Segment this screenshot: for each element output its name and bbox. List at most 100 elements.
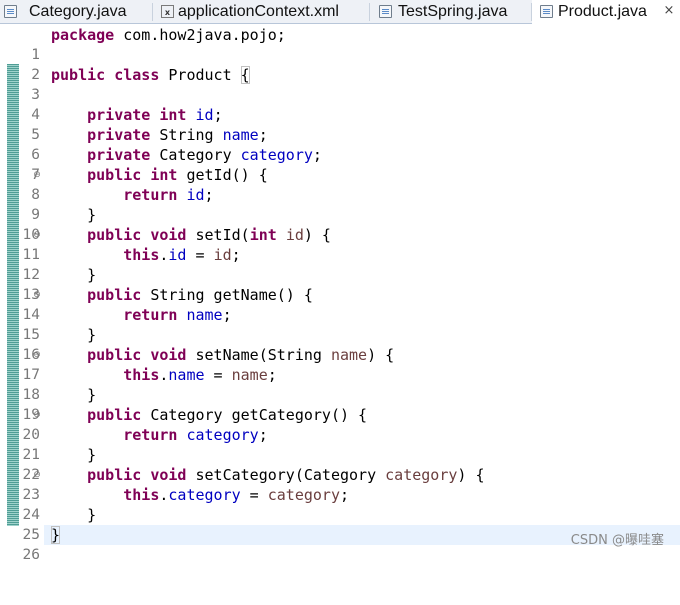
code-line: 11 ⊖ public void setId(int id) { xyxy=(23,225,680,263)
line-number: 3 xyxy=(31,87,40,103)
java-file-icon xyxy=(4,5,17,18)
matching-bracket: { xyxy=(240,66,250,84)
line-number: 1 xyxy=(31,47,40,63)
code-text: ) { xyxy=(457,466,485,484)
parameter-name: id xyxy=(285,226,304,244)
tab-label: Product.java xyxy=(558,3,647,20)
code-text: com.how2java.pojo; xyxy=(114,26,286,44)
code-line: 14 ⊖ public String getName() { xyxy=(23,285,680,323)
code-editor[interactable]: 1 package com.how2java.pojo; 2 3 public … xyxy=(23,24,680,563)
code-text: ) { xyxy=(367,346,395,364)
code-line: 2 xyxy=(31,45,680,83)
line-number: 15 xyxy=(22,327,40,343)
field-name: id xyxy=(195,106,214,124)
tab-label: Category.java xyxy=(29,3,127,20)
change-marker xyxy=(7,64,19,526)
code-line: 20 ⊖ public Category getCategory() { xyxy=(23,405,680,443)
parameter-name: category xyxy=(267,486,340,504)
code-text: } xyxy=(87,206,97,224)
code-text: ; xyxy=(231,246,241,264)
code-text: ; xyxy=(204,186,214,204)
line-number: 9 xyxy=(31,207,40,223)
code-line: 23 ⊖ public void setCategory(Category ca… xyxy=(23,465,680,503)
field-name: id xyxy=(186,186,205,204)
code-line: 8 ⊖ public int getId() { xyxy=(31,165,680,203)
tab-label: applicationContext.xml xyxy=(178,3,339,20)
line-number: 18 xyxy=(22,387,40,403)
keyword: this xyxy=(123,246,160,264)
code-line: 17 ⊖ public void setName(String name) { xyxy=(23,345,680,383)
code-text: Category getCategory() { xyxy=(141,406,368,424)
fold-icon[interactable]: ⊖ xyxy=(32,230,42,240)
code-text: String xyxy=(150,126,223,144)
keyword: public void xyxy=(87,346,187,364)
parameter-name: name xyxy=(330,346,368,364)
code-text: getId() { xyxy=(177,166,268,184)
tab-testspring-java[interactable]: TestSpring.java xyxy=(370,0,531,24)
line-number: 21 xyxy=(22,447,40,463)
quick-diff-ruler xyxy=(0,24,20,556)
keyword: return xyxy=(123,306,178,324)
line-number: 14 xyxy=(22,307,40,323)
code-line: 12 this.id = id; xyxy=(23,245,680,283)
code-text: String getName() { xyxy=(141,286,313,304)
code-text: ; xyxy=(340,486,350,504)
code-line: 1 package com.how2java.pojo; xyxy=(31,25,680,63)
code-text: setId( xyxy=(186,226,250,244)
keyword: private xyxy=(87,146,151,164)
keyword: private int xyxy=(87,106,187,124)
code-text: = xyxy=(204,366,232,384)
code-line: 10 } xyxy=(23,205,680,243)
field-name: id xyxy=(168,246,187,264)
close-icon[interactable]: × xyxy=(662,4,676,18)
line-number: 24 xyxy=(22,507,40,523)
code-line: 21 return category; xyxy=(23,425,680,463)
parameter-name: category xyxy=(385,466,458,484)
keyword: public xyxy=(87,406,142,424)
fold-icon[interactable]: ⊖ xyxy=(32,290,42,300)
tab-applicationcontext-xml[interactable]: x applicationContext.xml xyxy=(153,0,369,24)
keyword: int xyxy=(249,226,277,244)
fold-icon[interactable]: ⊖ xyxy=(32,410,42,420)
code-text: = xyxy=(240,486,268,504)
xml-file-icon: x xyxy=(161,5,174,18)
line-number: 4 xyxy=(31,107,40,123)
line-number: 23 xyxy=(22,487,40,503)
keyword: package xyxy=(51,26,115,44)
fold-icon[interactable]: ⊖ xyxy=(32,170,42,180)
field-name: category xyxy=(240,146,313,164)
parameter-name: name xyxy=(231,366,268,384)
code-line: 15 return name; xyxy=(23,305,680,343)
tab-category-java[interactable]: Category.java xyxy=(0,0,152,24)
fold-icon[interactable]: ⊖ xyxy=(32,470,42,480)
line-number: 26 xyxy=(22,547,40,563)
matching-bracket: } xyxy=(51,526,61,544)
keyword: public int xyxy=(87,166,178,184)
keyword: return xyxy=(123,426,178,444)
keyword: public void xyxy=(87,226,187,244)
field-name: name xyxy=(222,126,259,144)
field-name: category xyxy=(168,486,241,504)
code-line: 6 private String name; xyxy=(31,125,680,163)
code-line: 5 private int id; xyxy=(31,105,680,143)
tab-product-java[interactable]: Product.java × xyxy=(532,0,680,25)
code-line: 25 } xyxy=(23,505,680,543)
code-text: ; xyxy=(312,146,322,164)
fold-icon[interactable]: ⊖ xyxy=(32,350,42,360)
code-line: 7 private Category category; xyxy=(31,145,680,183)
code-text: ; xyxy=(258,126,268,144)
field-name: name xyxy=(168,366,205,384)
code-text: ; xyxy=(222,306,232,324)
code-line: 3 public class Product { xyxy=(31,65,680,103)
field-name: name xyxy=(186,306,223,324)
keyword: public void xyxy=(87,466,187,484)
code-line: 13 } xyxy=(23,265,680,303)
code-text: } xyxy=(87,326,97,344)
code-line: 22 } xyxy=(23,445,680,483)
java-file-icon xyxy=(540,5,553,18)
code-text: } xyxy=(87,386,97,404)
line-number: 12 xyxy=(22,267,40,283)
code-line: 16 } xyxy=(23,325,680,363)
line-number: 2 xyxy=(31,67,40,83)
code-line: 24 this.category = category; xyxy=(23,485,680,523)
